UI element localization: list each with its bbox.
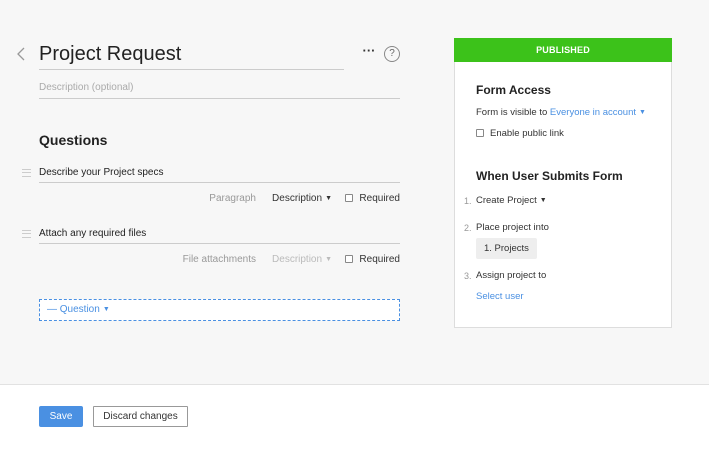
form-editor: Project Request ··· ? Description (optio…: [0, 0, 709, 384]
save-button[interactable]: Save: [39, 406, 83, 427]
form-access-heading: Form Access: [476, 83, 551, 97]
description-dropdown[interactable]: Description ▼: [272, 192, 332, 206]
question-type-label[interactable]: Paragraph: [209, 192, 256, 206]
assign-to-label: Assign project to: [476, 270, 547, 281]
checkbox-icon: [476, 129, 484, 137]
create-type-dropdown[interactable]: Project ▼: [507, 195, 547, 206]
project-folder-chip[interactable]: 1. Projects: [476, 238, 537, 259]
create-label: Create: [476, 195, 505, 206]
add-question-dropdown[interactable]: — Question ▼: [39, 299, 400, 321]
public-link-checkbox[interactable]: Enable public link: [476, 128, 564, 140]
visibility-dropdown[interactable]: Everyone in account ▼: [550, 107, 646, 118]
question-input[interactable]: Describe your Project specs: [39, 166, 400, 183]
step-number: 1.: [464, 196, 472, 206]
drag-handle-icon[interactable]: [22, 230, 31, 238]
visibility-value: Everyone in account: [549, 107, 636, 118]
select-user-link[interactable]: Select user: [476, 291, 524, 303]
checkbox-icon: [345, 255, 354, 263]
form-title[interactable]: Project Request: [39, 40, 344, 70]
more-options-icon[interactable]: ···: [361, 44, 377, 59]
footer-bar: Save Discard changes: [0, 384, 709, 455]
required-label: Required: [359, 193, 400, 204]
caret-down-icon: ▼: [639, 109, 646, 116]
place-into-label: Place project into: [476, 222, 549, 233]
submit-actions-heading: When User Submits Form: [476, 169, 623, 183]
visibility-prefix: Form is visible to: [476, 107, 548, 118]
question-type-label[interactable]: File attachments: [183, 253, 256, 267]
create-row: Create Project ▼: [476, 195, 547, 207]
questions-heading: Questions: [39, 132, 108, 148]
caret-down-icon: ▼: [325, 195, 332, 202]
description-dropdown-label: Description: [272, 193, 323, 204]
step-number: 2.: [464, 223, 472, 233]
question-options: File attachments Description ▼ Required: [39, 253, 400, 267]
public-link-label: Enable public link: [490, 128, 564, 139]
caret-down-icon: ▼: [539, 197, 547, 204]
step-number: 3.: [464, 271, 472, 281]
drag-handle-icon[interactable]: [22, 169, 31, 177]
add-question-label: — Question: [47, 304, 100, 315]
caret-down-icon: ▼: [325, 256, 332, 263]
description-dropdown-label: Description: [272, 254, 323, 265]
description-input[interactable]: Description (optional): [39, 80, 400, 99]
status-badge: PUBLISHED: [454, 38, 672, 62]
form-settings-panel: PUBLISHED Form Access Form is visible to…: [454, 38, 672, 328]
create-type-value: Project: [507, 195, 537, 206]
required-checkbox[interactable]: Required: [345, 253, 400, 267]
question-input[interactable]: Attach any required files: [39, 227, 400, 244]
help-icon[interactable]: ?: [384, 46, 400, 62]
visibility-row: Form is visible to Everyone in account ▼: [476, 107, 646, 119]
checkbox-icon: [345, 194, 354, 202]
discard-changes-button[interactable]: Discard changes: [93, 406, 188, 427]
back-chevron-icon[interactable]: [16, 46, 30, 64]
caret-down-icon: ▼: [102, 306, 110, 313]
question-options: Paragraph Description ▼ Required: [39, 192, 400, 206]
required-checkbox[interactable]: Required: [345, 192, 400, 206]
description-dropdown[interactable]: Description ▼: [272, 253, 332, 267]
required-label: Required: [359, 254, 400, 265]
